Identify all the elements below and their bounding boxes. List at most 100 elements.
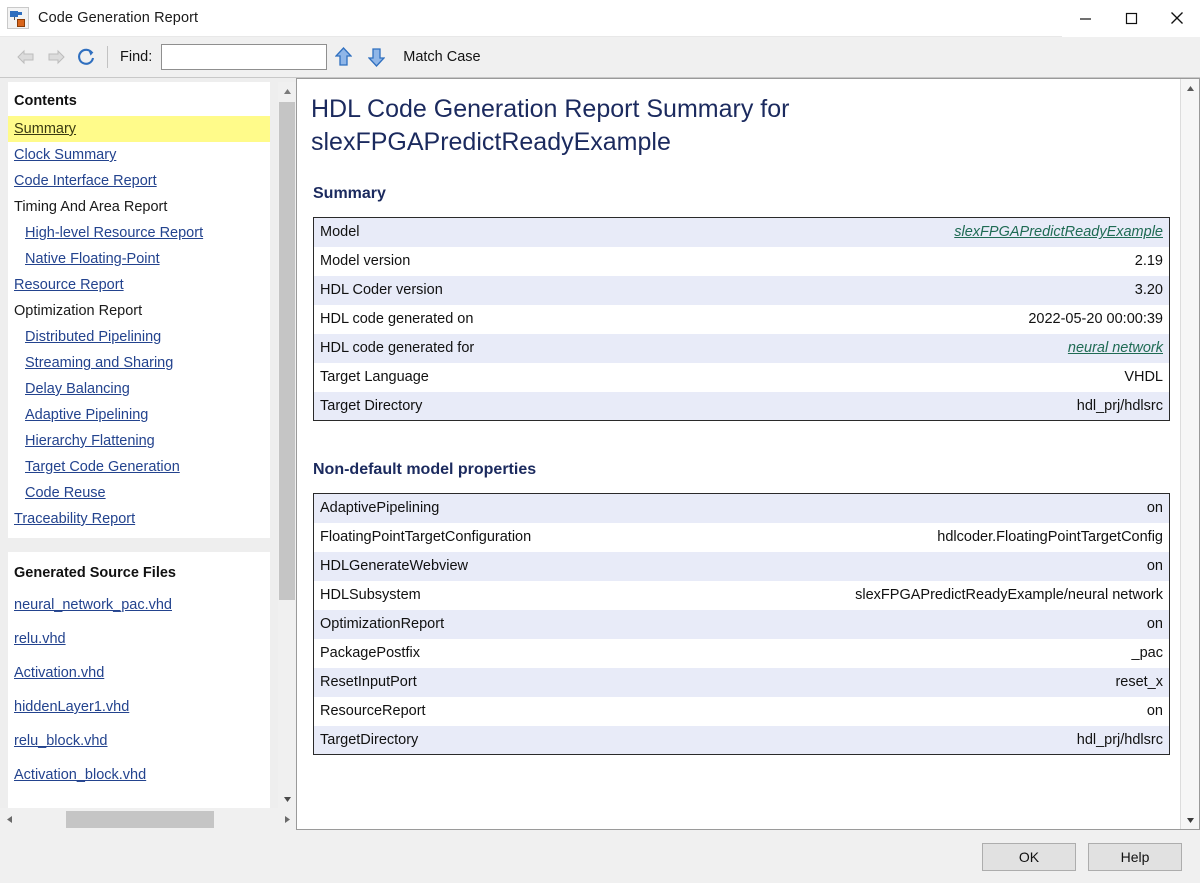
back-arrow-icon[interactable]	[11, 43, 41, 71]
help-button[interactable]: Help	[1088, 843, 1182, 871]
list-item[interactable]: neural_network_pac.vhd	[8, 588, 270, 622]
generated-source-files-heading: Generated Source Files	[8, 560, 270, 588]
list-item[interactable]: hiddenLayer2.vhd	[8, 792, 270, 801]
generated-source-files-panel: Generated Source Files neural_network_pa…	[8, 552, 270, 830]
sidebar-item-adaptive-pipelining[interactable]: Adaptive Pipelining	[8, 402, 270, 428]
sidebar-item-summary[interactable]: Summary	[8, 116, 270, 142]
sidebar-item-code-reuse[interactable]: Code Reuse	[8, 480, 270, 506]
sidebar-panel-divider	[0, 538, 296, 552]
report-document: HDL Code Generation Report Summary for s…	[297, 79, 1180, 829]
page-title: HDL Code Generation Report Summary for s…	[311, 93, 951, 159]
sidebar-horizontal-scrollbar[interactable]	[0, 808, 296, 830]
sidebar-item-distributed-pipelining[interactable]: Distributed Pipelining	[8, 324, 270, 350]
scroll-up-icon[interactable]	[278, 82, 296, 100]
sidebar-item-resource-report[interactable]: Resource Report	[8, 272, 270, 298]
table-cell-value: reset_x	[668, 668, 1170, 697]
content-scroll-track[interactable]	[1181, 97, 1199, 811]
sidebar: Contents Summary Clock Summary Code Inte…	[0, 78, 296, 830]
table-cell-value: neural network	[688, 334, 1170, 363]
table-row: HDL Coder version 3.20	[314, 276, 1170, 305]
window-controls	[1062, 0, 1200, 37]
table-cell-key: TargetDirectory	[314, 726, 668, 755]
sidebar-item-high-level-resource-report[interactable]: High-level Resource Report	[8, 220, 270, 246]
table-cell-value: on	[668, 494, 1170, 523]
summary-table: Model slexFPGAPredictReadyExample Model …	[313, 217, 1170, 421]
ok-button[interactable]: OK	[982, 843, 1076, 871]
table-cell-value: 2.19	[688, 247, 1170, 276]
match-case-label[interactable]: Match Case	[403, 49, 480, 65]
table-cell-value: slexFPGAPredictReadyExample	[688, 218, 1170, 247]
report-content-pane: HDL Code Generation Report Summary for s…	[296, 78, 1200, 830]
table-row: Model slexFPGAPredictReadyExample	[314, 218, 1170, 247]
title-bar: Code Generation Report	[0, 0, 1200, 37]
minimize-icon[interactable]	[1062, 0, 1108, 37]
list-item[interactable]: Activation_block.vhd	[8, 758, 270, 792]
table-cell-key: HDLGenerateWebview	[314, 552, 668, 581]
table-cell-value: slexFPGAPredictReadyExample/neural netwo…	[668, 581, 1170, 610]
table-cell-key: HDL code generated for	[314, 334, 688, 363]
refresh-icon[interactable]	[71, 43, 101, 71]
find-label: Find:	[120, 49, 152, 65]
forward-arrow-icon[interactable]	[41, 43, 71, 71]
sidebar-item-clock-summary[interactable]: Clock Summary	[8, 142, 270, 168]
table-cell-key: Target Language	[314, 363, 688, 392]
table-row: Model version 2.19	[314, 247, 1170, 276]
table-row: PackagePostfix _pac	[314, 639, 1170, 668]
close-icon[interactable]	[1154, 0, 1200, 37]
sidebar-hscroll-thumb[interactable]	[66, 811, 214, 828]
contents-panel: Contents Summary Clock Summary Code Inte…	[8, 82, 270, 538]
table-cell-key: HDLSubsystem	[314, 581, 668, 610]
sidebar-item-delay-balancing[interactable]: Delay Balancing	[8, 376, 270, 402]
scroll-right-icon[interactable]	[278, 808, 296, 830]
sidebar-item-target-code-generation[interactable]: Target Code Generation	[8, 454, 270, 480]
table-cell-key: FloatingPointTargetConfiguration	[314, 523, 668, 552]
subsystem-link[interactable]: neural network	[1068, 340, 1163, 356]
list-item[interactable]: relu_block.vhd	[8, 724, 270, 758]
table-row: Target Language VHDL	[314, 363, 1170, 392]
table-row: AdaptivePipelining on	[314, 494, 1170, 523]
table-row: TargetDirectory hdl_prj/hdlsrc	[314, 726, 1170, 755]
sidebar-item-optimization-report: Optimization Report	[8, 298, 270, 324]
table-row: HDL code generated on 2022-05-20 00:00:3…	[314, 305, 1170, 334]
sidebar-item-timing-and-area-report: Timing And Area Report	[8, 194, 270, 220]
list-item[interactable]: Activation.vhd	[8, 656, 270, 690]
list-item[interactable]: relu.vhd	[8, 622, 270, 656]
table-row: ResetInputPort reset_x	[314, 668, 1170, 697]
table-cell-key: AdaptivePipelining	[314, 494, 668, 523]
table-cell-value: on	[668, 697, 1170, 726]
sidebar-item-traceability-report[interactable]: Traceability Report	[8, 506, 270, 532]
find-previous-icon[interactable]	[327, 43, 360, 71]
table-cell-key: HDL Coder version	[314, 276, 688, 305]
table-cell-value: hdlcoder.FloatingPointTargetConfig	[668, 523, 1170, 552]
non-default-properties-heading: Non-default model properties	[313, 461, 1158, 479]
table-row: OptimizationReport on	[314, 610, 1170, 639]
model-link[interactable]: slexFPGAPredictReadyExample	[954, 224, 1163, 240]
table-cell-key: ResetInputPort	[314, 668, 668, 697]
maximize-icon[interactable]	[1108, 0, 1154, 37]
table-row: Target Directory hdl_prj/hdlsrc	[314, 392, 1170, 421]
scroll-up-icon[interactable]	[1181, 79, 1200, 97]
table-cell-value: hdl_prj/hdlsrc	[668, 726, 1170, 755]
table-cell-key: Target Directory	[314, 392, 688, 421]
content-vertical-scrollbar[interactable]	[1180, 79, 1199, 829]
table-cell-value: on	[668, 610, 1170, 639]
table-cell-value: on	[668, 552, 1170, 581]
window-title: Code Generation Report	[38, 10, 198, 26]
list-item[interactable]: hiddenLayer1.vhd	[8, 690, 270, 724]
scroll-down-icon[interactable]	[278, 790, 296, 808]
sidebar-scroll-thumb[interactable]	[279, 102, 295, 600]
search-input[interactable]	[161, 44, 327, 70]
toolbar-separator	[107, 46, 108, 68]
main-body: Contents Summary Clock Summary Code Inte…	[0, 78, 1200, 830]
table-row: HDLSubsystem slexFPGAPredictReadyExample…	[314, 581, 1170, 610]
sidebar-item-native-floating-point[interactable]: Native Floating-Point	[8, 246, 270, 272]
scroll-down-icon[interactable]	[1181, 811, 1200, 829]
sidebar-vertical-scrollbar[interactable]	[278, 82, 296, 808]
find-next-icon[interactable]	[360, 43, 393, 71]
summary-section-heading: Summary	[313, 185, 1158, 203]
sidebar-item-hierarchy-flattening[interactable]: Hierarchy Flattening	[8, 428, 270, 454]
sidebar-item-code-interface-report[interactable]: Code Interface Report	[8, 168, 270, 194]
scroll-left-icon[interactable]	[0, 808, 18, 830]
table-cell-value: 3.20	[688, 276, 1170, 305]
sidebar-item-streaming-and-sharing[interactable]: Streaming and Sharing	[8, 350, 270, 376]
